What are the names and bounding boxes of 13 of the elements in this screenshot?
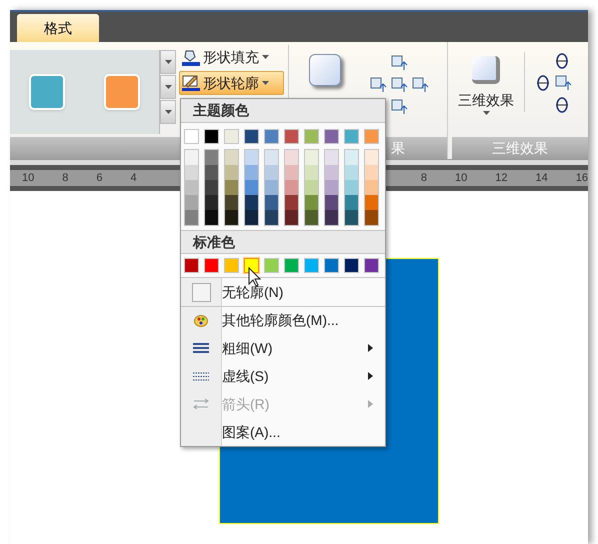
ruler-number: 8 <box>62 170 68 186</box>
ruler-number: 8 <box>420 170 427 186</box>
ruler-number: 16 <box>576 170 588 186</box>
group-label: 果 <box>391 138 405 158</box>
ruler-number: 4 <box>130 170 137 186</box>
ruler-number: 10 <box>455 170 468 186</box>
ruler-number: 12 <box>495 170 508 186</box>
ruler-number: 6 <box>96 170 102 186</box>
section-header: 标准色 <box>193 232 235 252</box>
ruler-number: 10 <box>22 170 34 186</box>
ruler-number: 14 <box>536 170 548 186</box>
section-header: 主题颜色 <box>193 101 249 120</box>
group-label: 三维效果 <box>492 138 548 158</box>
